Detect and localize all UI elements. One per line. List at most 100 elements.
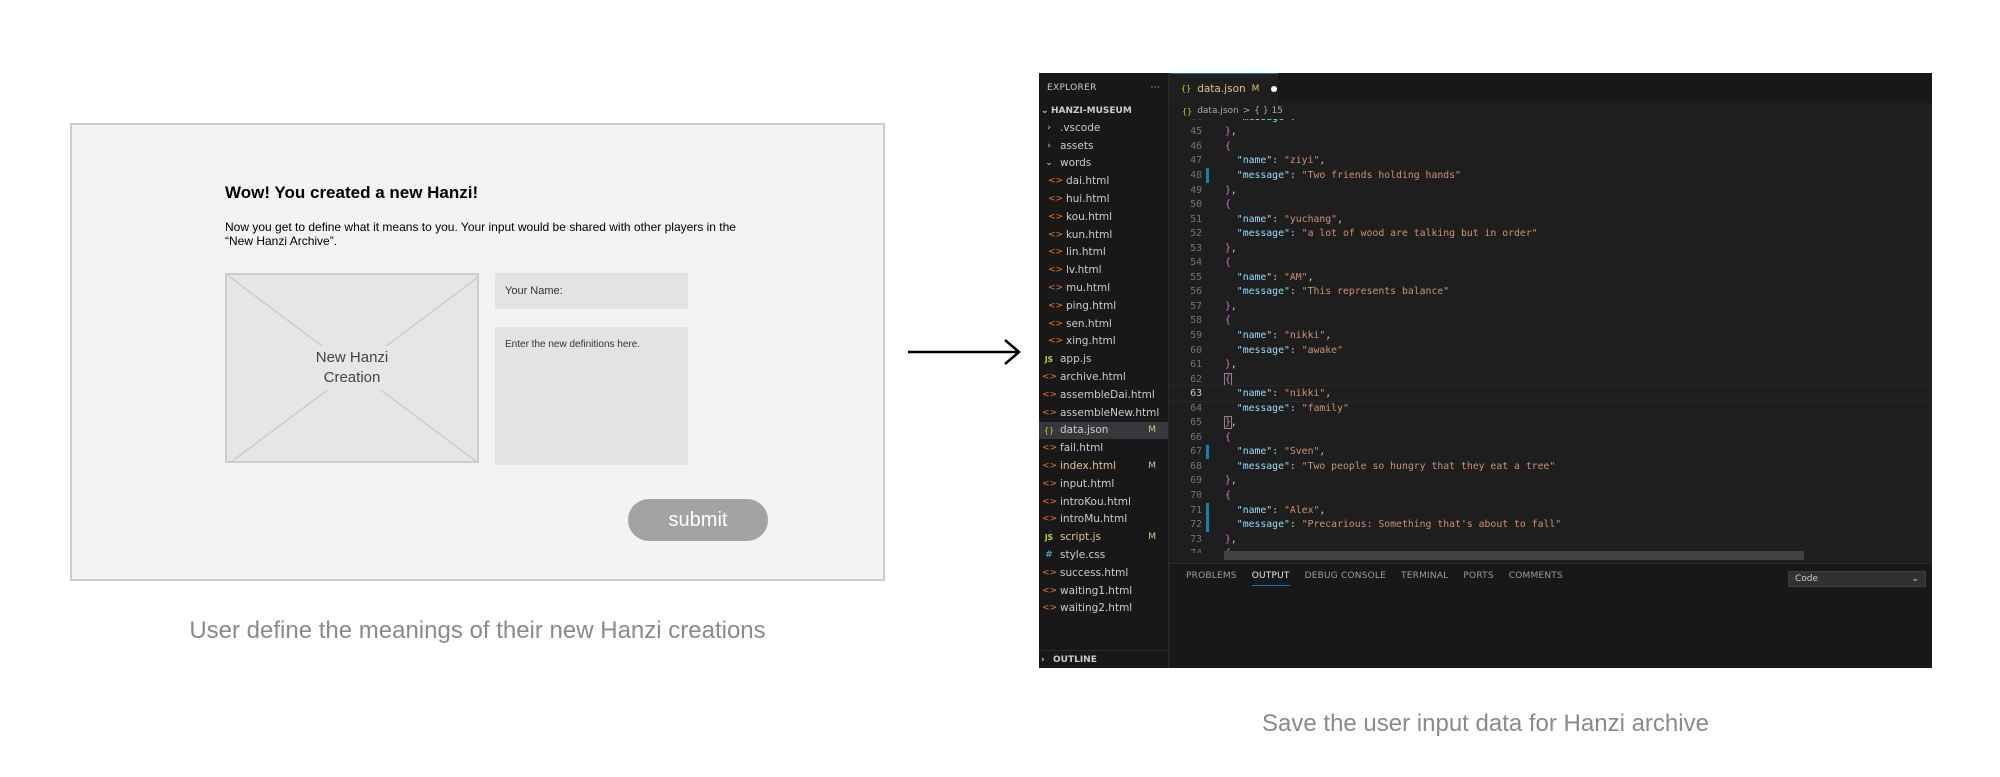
file-tree-item[interactable]: ⌄ words <box>1039 155 1168 173</box>
file-tree-item[interactable]: <> index.html M <box>1039 457 1168 475</box>
code-line[interactable]: 55 "name": "AM", <box>1170 270 1932 285</box>
json-key: "message" <box>1236 344 1290 356</box>
file-tree-item[interactable]: <> fail.html <box>1039 439 1168 457</box>
project-name: HANZI-MUSEUM <box>1051 106 1132 116</box>
file-tree-item-label: kun.html <box>1066 228 1113 241</box>
file-tree-item[interactable]: <> introMu.html <box>1039 511 1168 529</box>
code-line[interactable]: 64 "message": "family" <box>1170 401 1932 416</box>
line-number: 63 <box>1190 388 1202 400</box>
submit-button[interactable]: submit <box>628 499 768 541</box>
panel-tab-terminal[interactable]: TERMINAL <box>1401 571 1448 586</box>
code-line[interactable]: 58 { <box>1170 314 1932 329</box>
code-line[interactable]: 46 { <box>1170 139 1932 154</box>
file-tree-item[interactable]: <> input.html <box>1039 475 1168 493</box>
punctuation: : <box>1272 446 1284 458</box>
page-title: Wow! You created a new Hanzi! <box>225 183 479 202</box>
panel-tab-debug-console[interactable]: DEBUG CONSOLE <box>1305 571 1386 586</box>
code-line[interactable]: 47 "name": "ziyi", <box>1170 154 1932 169</box>
gutter-change-marker <box>1206 299 1209 314</box>
horizontal-scrollbar[interactable] <box>1224 551 1804 560</box>
file-tree-item[interactable]: › assets <box>1039 137 1168 155</box>
page-description: Now you get to define what it means to y… <box>225 220 736 248</box>
code-line[interactable]: 65}, <box>1170 415 1932 430</box>
json-string: "Precarious: Something that's about to f… <box>1301 519 1562 531</box>
file-tree-item[interactable]: <> kun.html <box>1039 226 1168 244</box>
file-tree-item[interactable]: <> lin.html <box>1039 244 1168 262</box>
punctuation: : <box>1290 119 1302 123</box>
code-line[interactable]: 52 "message": "a lot of wood are talking… <box>1170 226 1932 241</box>
line-number: 46 <box>1190 140 1202 152</box>
code-line[interactable]: 60 "message": "awake" <box>1170 343 1932 358</box>
panel-tab-problems[interactable]: PROBLEMS <box>1186 571 1237 586</box>
file-tree-item[interactable]: <> introKou.html <box>1039 493 1168 511</box>
code-line[interactable]: 69}, <box>1170 474 1932 489</box>
code-line[interactable]: 50 { <box>1170 197 1932 212</box>
code-line[interactable]: 54 { <box>1170 255 1932 270</box>
json-string: "This represents balance" <box>1301 286 1450 298</box>
panel-tab-ports[interactable]: PORTS <box>1463 571 1493 586</box>
code-text: "name": "nikki", <box>1225 388 1331 399</box>
code-line[interactable]: 66 { <box>1170 430 1932 445</box>
panel-tab-comments[interactable]: COMMENTS <box>1509 571 1563 586</box>
file-tree-item[interactable]: <> lv.html <box>1039 261 1168 279</box>
file-tree-item[interactable]: <> hui.html <box>1039 190 1168 208</box>
code-line[interactable]: 45}, <box>1170 125 1932 140</box>
punctuation: , <box>1307 271 1314 283</box>
punctuation: , <box>1230 184 1237 196</box>
code-line[interactable]: 68 "message": "Two people so hungry that… <box>1170 459 1932 474</box>
json-string: "AM" <box>1283 271 1308 283</box>
code-text: { <box>1225 315 1231 326</box>
code-line[interactable]: 57}, <box>1170 299 1932 314</box>
file-tree-item[interactable]: <> success.html <box>1039 564 1168 582</box>
definition-textarea[interactable] <box>495 327 688 465</box>
code-line[interactable]: 70 { <box>1170 488 1932 503</box>
breadcrumb-node[interactable]: { } 15 <box>1254 106 1283 116</box>
unsaved-dot-icon[interactable] <box>1271 85 1278 92</box>
json-key: "name" <box>1236 213 1273 225</box>
code-line[interactable]: 63 "name": "nikki", <box>1170 385 1932 402</box>
code-text: }, <box>1225 475 1237 486</box>
breadcrumb-file[interactable]: data.json <box>1197 106 1239 116</box>
file-tree-item[interactable]: <> ping.html <box>1039 297 1168 315</box>
code-line[interactable]: 73}, <box>1170 532 1932 547</box>
code-line[interactable]: 67 "name": "Sven", <box>1170 444 1932 460</box>
file-tree-item[interactable]: <> archive.html <box>1039 368 1168 386</box>
file-tree-item[interactable]: <> dai.html <box>1039 172 1168 190</box>
outline-section[interactable]: › OUTLINE <box>1039 650 1168 668</box>
code-editor[interactable]: 44 "message": ""45},46{47 "name": "ziyi"… <box>1170 119 1932 553</box>
file-tree-item[interactable]: JS script.js M <box>1039 528 1168 546</box>
code-line[interactable]: 49}, <box>1170 183 1932 198</box>
file-tree-item[interactable]: <> xing.html <box>1039 333 1168 351</box>
code-line[interactable]: 53}, <box>1170 241 1932 256</box>
file-tree-item[interactable]: › .vscode <box>1039 119 1168 137</box>
code-line[interactable]: 62 { <box>1170 372 1932 387</box>
gutter-change-marker <box>1206 532 1209 547</box>
name-input[interactable] <box>495 273 688 309</box>
code-line[interactable]: 59 "name": "nikki", <box>1170 328 1932 343</box>
file-tree-item[interactable]: {} data.json M <box>1039 421 1168 440</box>
code-line[interactable]: 48 "message": "Two friends holding hands… <box>1170 168 1932 183</box>
file-tree-item[interactable]: <> assembleNew.html <box>1039 404 1168 422</box>
file-tree-item[interactable]: <> sen.html <box>1039 315 1168 333</box>
code-line[interactable]: 72 "message": "Precarious: Something tha… <box>1170 517 1932 532</box>
project-folder[interactable]: ⌄ HANZI-MUSEUM <box>1039 103 1168 119</box>
code-line[interactable]: 51 "name": "yuchang", <box>1170 212 1932 227</box>
file-tree-item[interactable]: <> waiting2.html <box>1039 600 1168 618</box>
file-tree-item[interactable]: <> mu.html <box>1039 279 1168 297</box>
more-actions-icon[interactable]: ··· <box>1151 83 1160 93</box>
file-tree-item[interactable]: <> kou.html <box>1039 208 1168 226</box>
code-line[interactable]: 71 "name": "Alex", <box>1170 502 1932 518</box>
file-tree-item[interactable]: <> waiting1.html <box>1039 582 1168 600</box>
file-tree-item[interactable]: <> assembleDai.html <box>1039 386 1168 404</box>
file-tree-item[interactable]: JS app.js <box>1039 350 1168 368</box>
code-line[interactable]: 56 "message": "This represents balance" <box>1170 285 1932 300</box>
tab-data-json[interactable]: {} data.json M <box>1170 73 1278 103</box>
json-key: "message" <box>1236 519 1290 531</box>
code-line[interactable]: 61}, <box>1170 357 1932 372</box>
html-file-icon: <> <box>1048 211 1064 222</box>
punctuation: : <box>1289 519 1302 531</box>
panel-tab-output[interactable]: OUTPUT <box>1251 571 1290 586</box>
output-channel-select[interactable]: Code ⌄ <box>1788 571 1926 587</box>
file-tree-item[interactable]: # style.css <box>1039 546 1168 564</box>
